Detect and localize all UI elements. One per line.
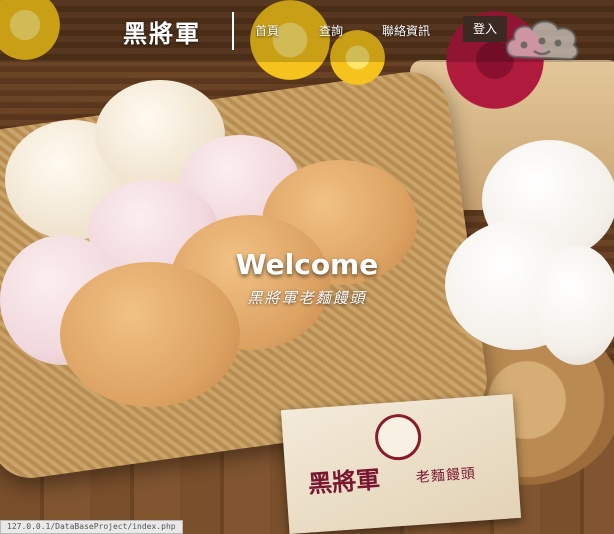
business-card: 黑將軍 老麵饅頭 xyxy=(280,394,522,534)
nav-link-home[interactable]: 首頁 xyxy=(255,22,279,39)
mascot-cloud-icon xyxy=(505,20,579,61)
welcome-text: Welcome xyxy=(235,248,379,281)
nav-link-search[interactable]: 查詢 xyxy=(319,22,343,39)
login-button[interactable]: 登入 xyxy=(463,16,507,42)
status-bar-url: 127.0.0.1/DataBaseProject/index.php xyxy=(0,520,183,534)
chef-portrait-icon xyxy=(373,412,423,462)
site-logo[interactable]: 黑將軍 xyxy=(123,14,201,49)
welcome-heading: Welcome xyxy=(0,248,614,281)
navigation-bar: 黑將軍 首頁 查詢 聯絡資訊 登入 xyxy=(0,0,614,62)
steamed-bun xyxy=(60,262,240,407)
card-brand: 黑將軍 xyxy=(307,464,382,499)
hero-tagline: 黑將軍老麵饅頭 xyxy=(247,289,367,307)
card-product: 老麵饅頭 xyxy=(415,465,477,486)
nav-divider xyxy=(232,12,234,50)
nav-link-contact[interactable]: 聯絡資訊 xyxy=(382,22,430,39)
